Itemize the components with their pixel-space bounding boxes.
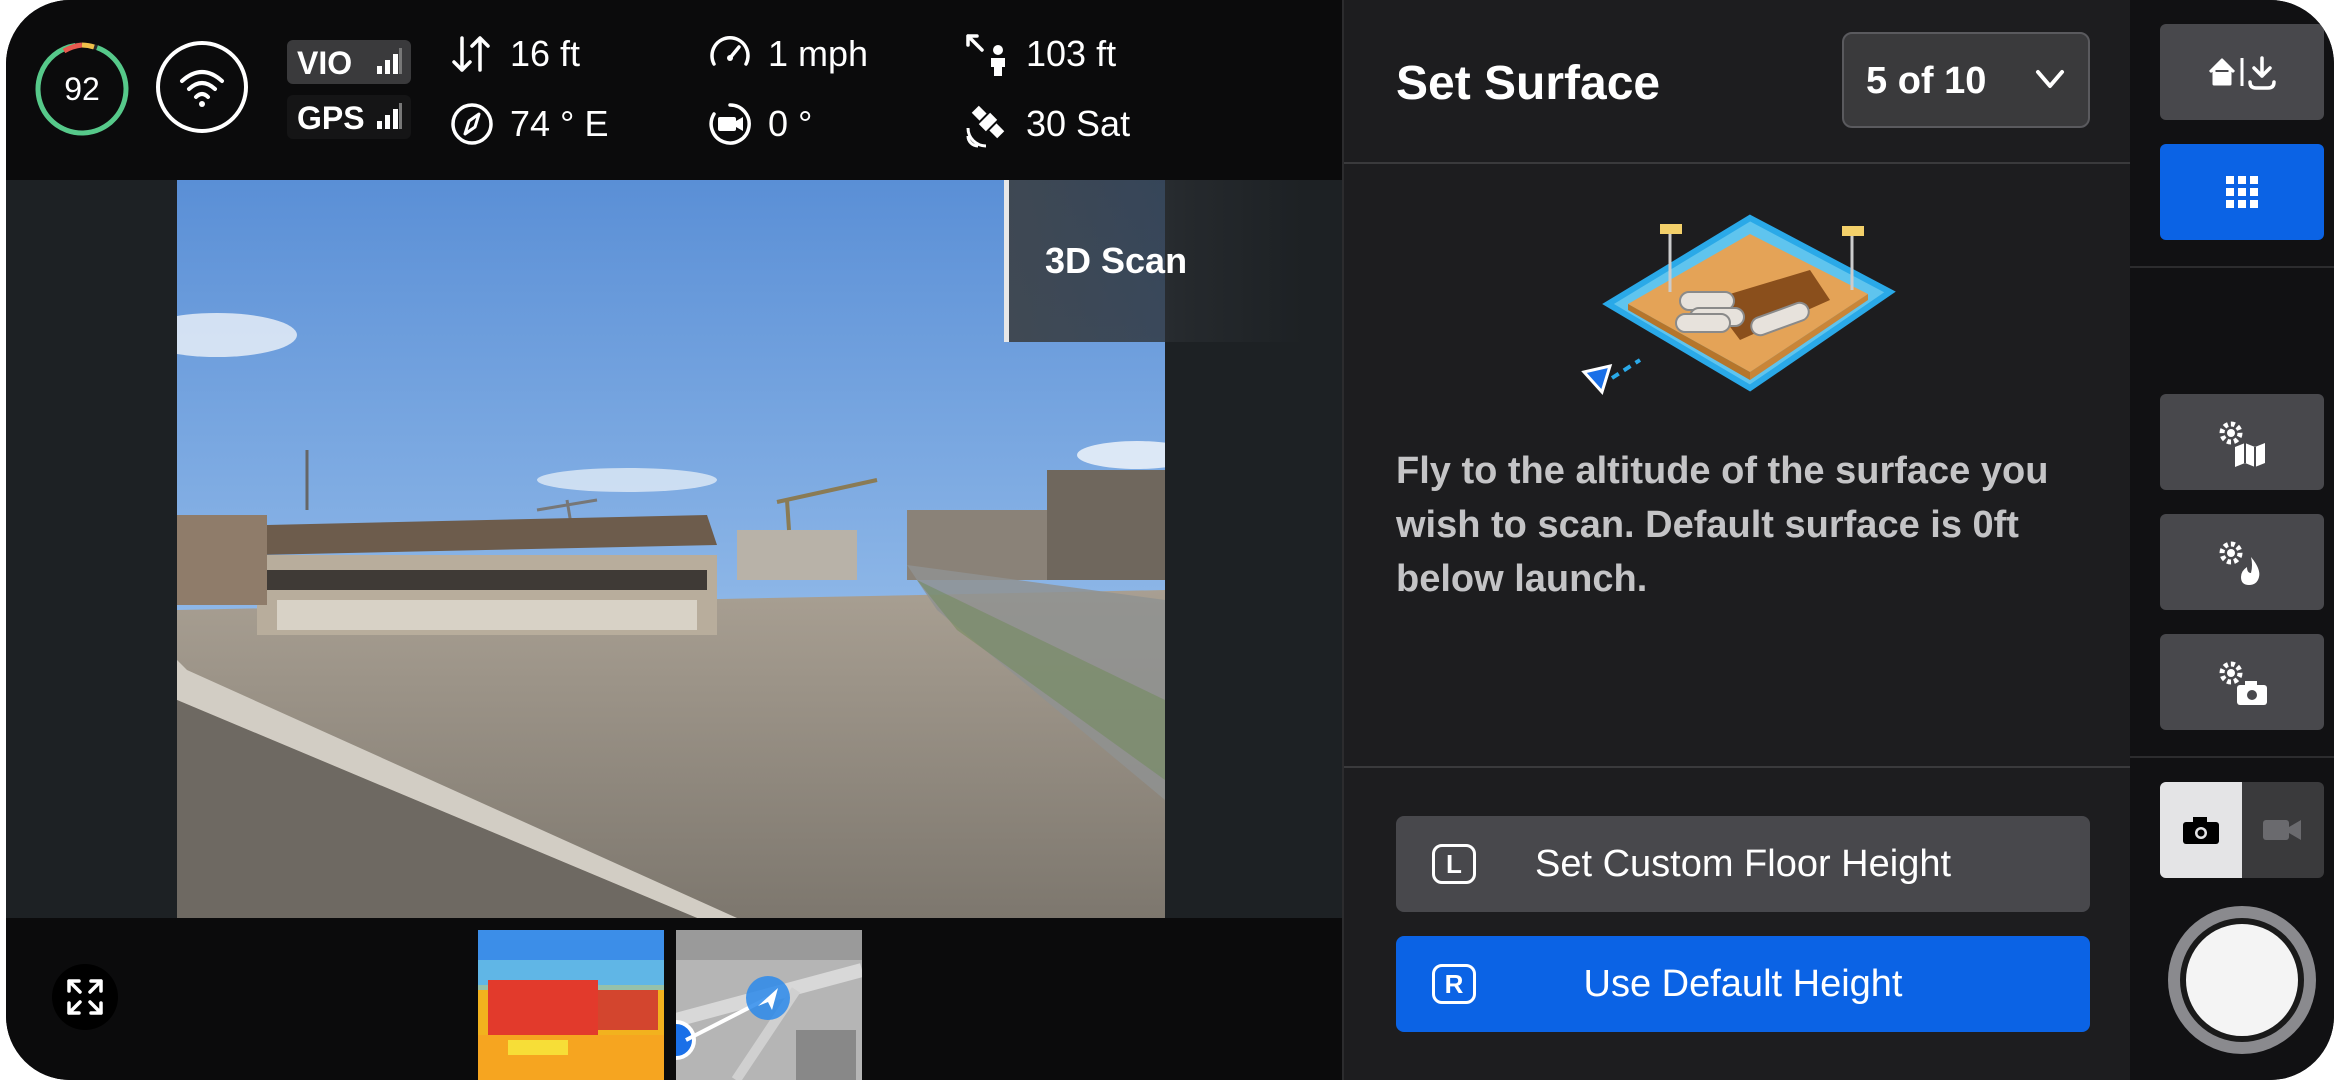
vio-label: VIO — [297, 45, 353, 81]
altitude-value: 16 ft — [510, 33, 581, 74]
chevron-down-icon — [2036, 70, 2064, 88]
gps-label: GPS — [297, 100, 365, 136]
battery-indicator[interactable]: 92 — [34, 41, 130, 137]
panel-title: Set Surface — [1396, 57, 1661, 110]
home-download-icon — [2208, 56, 2276, 90]
distance-readout: 103 ft — [964, 30, 1116, 78]
gimbal-camera-icon — [706, 100, 754, 148]
grid-icon — [2226, 176, 2258, 208]
shutter-inner — [2180, 918, 2304, 1042]
heading-value: 74 ° E — [510, 103, 609, 144]
distance-person-icon — [964, 30, 1012, 78]
capture-mode-text: 3D Scan — [1045, 240, 1188, 281]
capture-mode-toggle — [2160, 782, 2324, 878]
battery-percent: 92 — [64, 71, 100, 107]
speed-readout: 1 mph — [706, 30, 868, 78]
connection-indicator[interactable] — [156, 41, 248, 133]
mission-panel: Set Surface 5 of 10 Fly to the altitude … — [1342, 0, 2132, 1080]
step-value: 5 of 10 — [1866, 60, 1987, 102]
photo-mode-button[interactable] — [2160, 782, 2242, 878]
panel-description: Fly to the altitude of the surface you w… — [1396, 450, 2049, 600]
video-mode-icon — [2263, 820, 2301, 840]
satellites-readout: 30 Sat — [964, 100, 1130, 148]
satellite-icon — [964, 100, 1012, 148]
gimbal-value: 0 ° — [768, 103, 813, 144]
gimbal-readout: 0 ° — [706, 100, 812, 148]
gps-signal: GPS — [287, 95, 411, 139]
rail-divider — [2130, 266, 2334, 268]
distance-value: 103 ft — [1026, 33, 1117, 74]
camera-settings-icon — [2219, 661, 2267, 705]
bottom-bar — [6, 918, 1342, 1080]
altitude-readout: 16 ft — [448, 30, 580, 78]
button-label: Use Default Height — [1583, 963, 1903, 1005]
control-rail — [2130, 0, 2334, 1080]
compass-icon — [448, 100, 496, 148]
heading-readout: 74 ° E — [448, 100, 608, 148]
camera-settings-button[interactable] — [2160, 634, 2324, 730]
use-default-height-button[interactable]: R Use Default Height — [1396, 936, 2090, 1032]
return-home-button[interactable] — [2160, 24, 2324, 120]
capture-mode-label: 3D Scan — [1004, 180, 1304, 342]
set-custom-floor-height-button[interactable]: L Set Custom Floor Height — [1396, 816, 2090, 912]
fullscreen-icon — [67, 979, 103, 1015]
altitude-arrows-icon — [448, 30, 496, 78]
speed-value: 1 mph — [768, 33, 869, 74]
map-view-thumbnail[interactable] — [676, 930, 862, 1080]
step-selector[interactable]: 5 of 10 — [1842, 32, 2090, 128]
button-label: Set Custom Floor Height — [1534, 843, 1952, 885]
map-settings-icon — [2219, 421, 2265, 467]
signal-bars-icon — [377, 103, 402, 129]
video-mode-button[interactable] — [2242, 782, 2324, 878]
surface-illustration-icon — [1580, 210, 1900, 405]
rail-divider — [2130, 756, 2334, 758]
thermal-view-thumbnail[interactable] — [478, 930, 664, 1080]
flame-settings-icon — [2219, 541, 2260, 585]
device-frame: 92 VIO GPS 16 ft 74 ° E 1 mph 0 ° 103 ft… — [6, 0, 2334, 1080]
satellites-value: 30 Sat — [1026, 103, 1131, 144]
shutter-button[interactable] — [2168, 906, 2316, 1054]
panel-divider — [1344, 766, 2132, 768]
photo-mode-icon — [2183, 817, 2219, 844]
speedometer-icon — [706, 30, 754, 78]
thermal-settings-button[interactable] — [2160, 514, 2324, 610]
map-settings-button[interactable] — [2160, 394, 2324, 490]
signal-bars-icon — [377, 48, 402, 74]
wifi-icon — [180, 70, 224, 107]
panel-divider — [1344, 162, 2132, 164]
telemetry-bar: 92 VIO GPS 16 ft 74 ° E 1 mph 0 ° 103 ft… — [6, 0, 1342, 180]
grid-menu-button[interactable] — [2160, 144, 2324, 240]
expand-button[interactable] — [52, 964, 118, 1030]
vio-signal: VIO — [287, 40, 411, 84]
camera-feed[interactable]: 3D Scan — [6, 180, 1342, 918]
